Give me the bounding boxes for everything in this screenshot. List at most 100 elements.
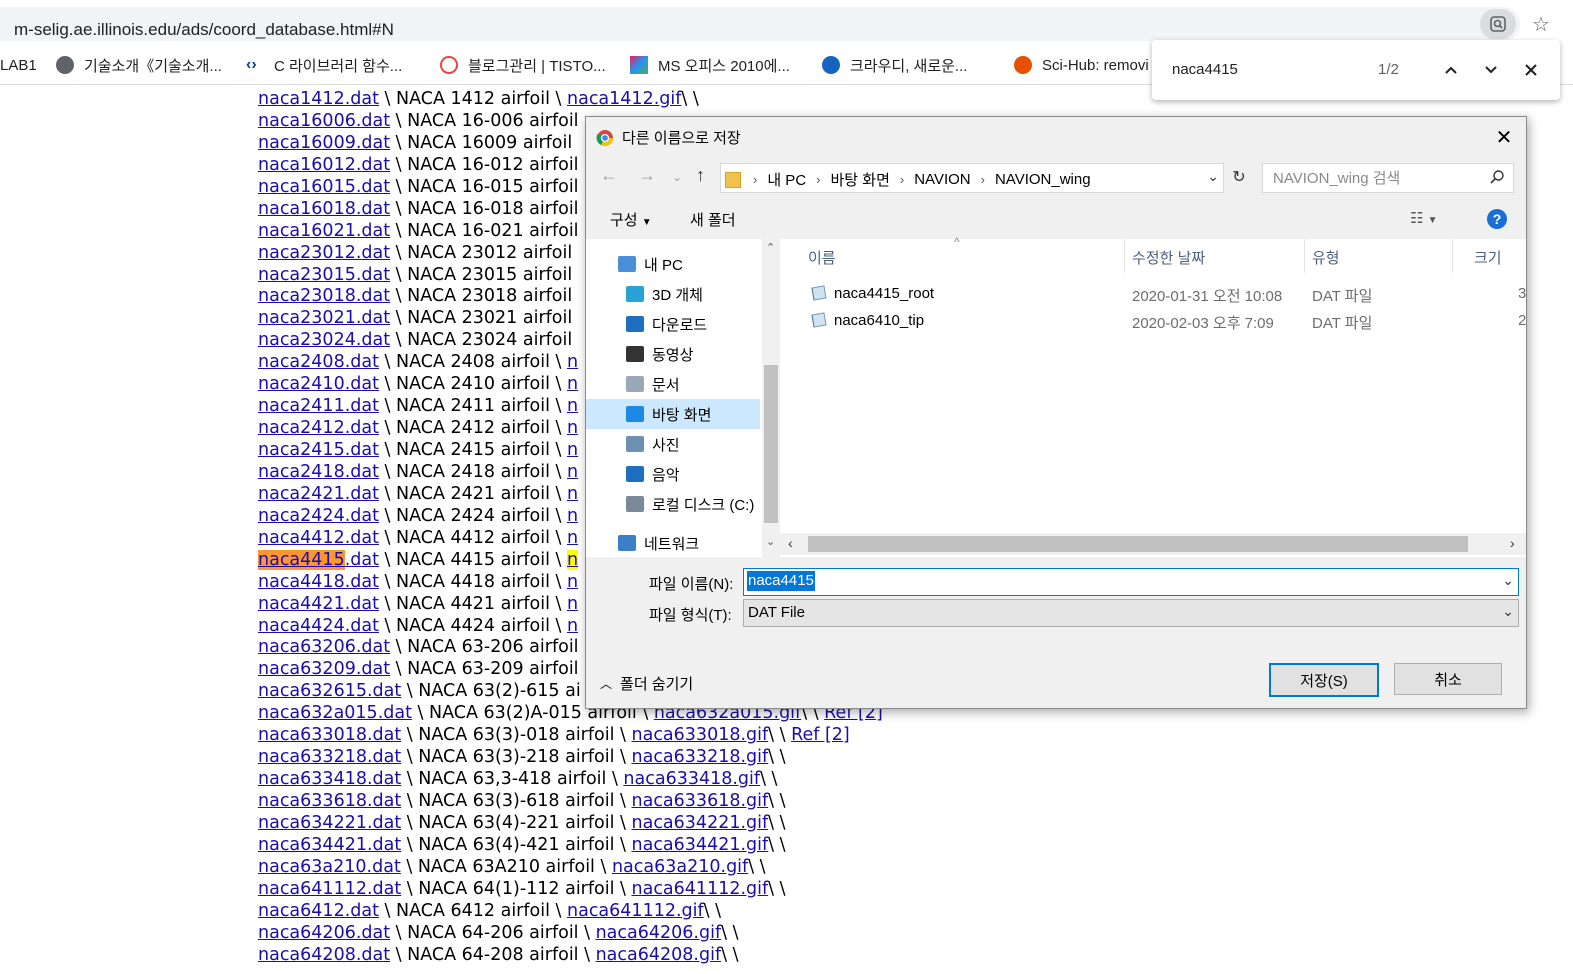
dat-file-link[interactable]: naca641112.dat bbox=[258, 879, 401, 899]
dat-file-link[interactable]: naca4412.dat bbox=[258, 528, 379, 548]
gif-file-link[interactable]: n bbox=[567, 352, 578, 372]
gif-file-link[interactable]: naca1412.gif bbox=[567, 89, 681, 109]
gif-file-link[interactable]: n bbox=[567, 572, 578, 592]
gif-file-link[interactable]: naca633618.gif bbox=[632, 791, 769, 811]
omnibox[interactable]: m-selig.ae.illinois.edu/ads/coord_databa… bbox=[0, 7, 1520, 41]
dat-file-link[interactable]: naca64206.dat bbox=[258, 923, 390, 943]
dat-file-link[interactable]: naca63206.dat bbox=[258, 637, 390, 657]
column-header-type[interactable]: 유형 bbox=[1312, 247, 1340, 268]
column-divider[interactable] bbox=[1124, 239, 1125, 273]
dat-file-link[interactable]: naca6412.dat bbox=[258, 901, 379, 921]
path-breadcrumb[interactable]: › 내 PC › 바탕 화면 › NAVION › NAVION_wing ⌄ bbox=[720, 163, 1224, 193]
gif-file-link[interactable]: n bbox=[567, 462, 578, 482]
dat-file-link[interactable]: naca2421.dat bbox=[258, 484, 379, 504]
breadcrumb-item[interactable]: 내 PC bbox=[767, 169, 806, 190]
gif-file-link[interactable]: naca641112.gif bbox=[567, 901, 704, 921]
dat-file-link[interactable]: naca633418.dat bbox=[258, 769, 401, 789]
dialog-close-icon[interactable]: ✕ bbox=[1489, 123, 1519, 151]
bookmark-tech[interactable]: 기술소개《기술소개... bbox=[56, 46, 222, 84]
nav-item[interactable]: 로컬 디스크 (C:) bbox=[586, 489, 760, 519]
dat-file-link[interactable]: naca2410.dat bbox=[258, 374, 379, 394]
column-header-name[interactable]: 이름 bbox=[808, 247, 836, 268]
gif-file-link[interactable]: n bbox=[567, 374, 578, 394]
gif-file-link[interactable]: n bbox=[567, 506, 578, 526]
file-row[interactable]: naca4415_root 2020-01-31 오전 10:08 DAT 파일 3 bbox=[780, 281, 1526, 307]
new-folder-button[interactable]: 새 폴더 bbox=[690, 209, 736, 230]
find-next-icon[interactable] bbox=[1476, 55, 1506, 85]
recent-dropdown-icon[interactable]: ⌄ bbox=[672, 170, 682, 184]
scroll-thumb[interactable] bbox=[808, 536, 1468, 552]
breadcrumb-item[interactable]: NAVION bbox=[914, 171, 970, 188]
dat-file-link[interactable]: naca16021.dat bbox=[258, 221, 390, 241]
bookmark-tistory[interactable]: 블로그관리 | TISTO... bbox=[440, 46, 606, 84]
dat-file-link[interactable]: naca63209.dat bbox=[258, 659, 390, 679]
find-close-icon[interactable] bbox=[1516, 55, 1546, 85]
gif-file-link[interactable]: n bbox=[567, 418, 578, 438]
gif-file-link[interactable]: n bbox=[567, 484, 578, 504]
column-divider[interactable] bbox=[1304, 239, 1305, 273]
dat-file-link[interactable]: naca16018.dat bbox=[258, 199, 390, 219]
folder-search-box[interactable] bbox=[1262, 163, 1514, 193]
dat-file-link[interactable]: naca63a210.dat bbox=[258, 857, 401, 877]
dat-file-link[interactable]: naca4424.dat bbox=[258, 616, 379, 636]
dat-file-link[interactable]: naca2424.dat bbox=[258, 506, 379, 526]
dat-file-link[interactable]: naca2412.dat bbox=[258, 418, 379, 438]
dat-file-link[interactable]: naca2411.dat bbox=[258, 396, 379, 416]
gif-file-link[interactable]: naca64208.gif bbox=[596, 945, 722, 965]
dat-file-link[interactable]: naca23021.dat bbox=[258, 308, 390, 328]
save-button[interactable]: 저장(S) bbox=[1269, 663, 1379, 697]
gif-file-link[interactable]: naca634421.gif bbox=[632, 835, 769, 855]
dat-file-link[interactable]: naca16006.dat bbox=[258, 111, 390, 131]
gif-file-link[interactable]: n bbox=[567, 616, 578, 636]
dat-file-link[interactable]: naca23012.dat bbox=[258, 243, 390, 263]
dat-file-link[interactable]: naca1412.dat bbox=[258, 89, 379, 109]
find-input[interactable]: naca4415 bbox=[1172, 61, 1238, 78]
scroll-right-icon[interactable]: › bbox=[1510, 535, 1515, 551]
dat-file-link[interactable]: naca23015.dat bbox=[258, 265, 390, 285]
dat-file-link[interactable]: naca634421.dat bbox=[258, 835, 401, 855]
dat-file-link[interactable]: naca2408.dat bbox=[258, 352, 379, 372]
horizontal-scrollbar[interactable]: ‹ › bbox=[780, 533, 1526, 555]
column-divider[interactable] bbox=[1452, 239, 1453, 273]
gif-file-link[interactable]: n bbox=[567, 440, 578, 460]
url-text[interactable]: m-selig.ae.illinois.edu/ads/coord_databa… bbox=[14, 20, 394, 40]
dat-file-link[interactable]: naca632615.dat bbox=[258, 681, 401, 701]
help-icon[interactable]: ? bbox=[1487, 209, 1507, 229]
folder-search-input[interactable] bbox=[1271, 167, 1485, 189]
cancel-button[interactable]: 취소 bbox=[1394, 663, 1502, 695]
nav-item[interactable]: 네트워크 bbox=[586, 528, 760, 558]
filename-field[interactable]: naca4415 ⌄ bbox=[743, 568, 1519, 596]
dat-file-link[interactable]: naca632a015.dat bbox=[258, 703, 412, 723]
bookmark-star-icon[interactable]: ☆ bbox=[1526, 9, 1556, 39]
gif-file-link[interactable]: naca64206.gif bbox=[596, 923, 722, 943]
dat-file-link[interactable]: naca64208.dat bbox=[258, 945, 390, 965]
bookmark-c-library[interactable]: ‹› C 라이브러리 함수... bbox=[246, 46, 402, 84]
dat-file-link[interactable]: naca634221.dat bbox=[258, 813, 401, 833]
gif-file-link[interactable]: naca633418.gif bbox=[623, 769, 760, 789]
filetype-dropdown-icon[interactable]: ⌄ bbox=[1502, 603, 1514, 620]
organize-button[interactable]: 구성 ▼ bbox=[610, 209, 652, 230]
dat-file-link[interactable]: naca23024.dat bbox=[258, 330, 390, 350]
gif-file-link[interactable]: n bbox=[567, 594, 578, 614]
dat-file-link[interactable]: naca2418.dat bbox=[258, 462, 379, 482]
nav-item[interactable]: 사진 bbox=[586, 429, 760, 459]
view-options-icon[interactable]: ☷ ▼ bbox=[1410, 209, 1438, 227]
nav-item[interactable]: 다운로드 bbox=[586, 309, 760, 339]
filetype-select[interactable]: DAT File ⌄ bbox=[743, 599, 1519, 627]
bookmark-ms-office[interactable]: MS 오피스 2010에... bbox=[630, 46, 790, 84]
column-header-size[interactable]: 크기 bbox=[1474, 247, 1502, 268]
path-dropdown-icon[interactable]: ⌄ bbox=[1207, 168, 1219, 185]
hide-folders-button[interactable]: ︿ 폴더 숨기기 bbox=[600, 673, 693, 694]
scroll-left-icon[interactable]: ‹ bbox=[788, 535, 793, 551]
dat-file-link[interactable]: naca4418.dat bbox=[258, 572, 379, 592]
bookmark-crowdy[interactable]: 크라우디, 새로운... bbox=[822, 46, 967, 84]
dat-file-link[interactable]: naca4421.dat bbox=[258, 594, 379, 614]
gif-file-link[interactable]: n bbox=[567, 528, 578, 548]
gif-file-link[interactable]: naca641112.gif bbox=[632, 879, 769, 899]
column-header-date[interactable]: 수정한 날짜 bbox=[1132, 247, 1205, 268]
dat-file-link[interactable]: naca633618.dat bbox=[258, 791, 401, 811]
dat-file-link[interactable]: naca16012.dat bbox=[258, 155, 390, 175]
search-page-icon[interactable] bbox=[1480, 9, 1516, 39]
gif-file-link[interactable]: naca633018.gif bbox=[632, 725, 769, 745]
search-icon[interactable] bbox=[1489, 169, 1505, 185]
